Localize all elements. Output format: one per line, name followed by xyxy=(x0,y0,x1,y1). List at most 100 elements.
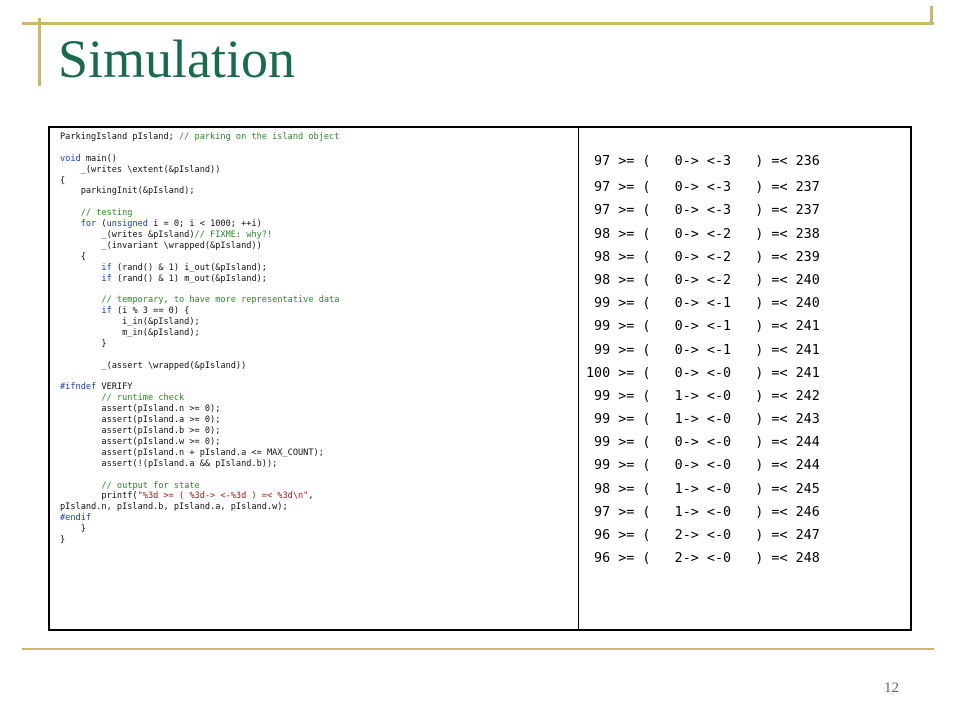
code-token: assert(!(pIsland.a && pIsland.b)); xyxy=(60,458,278,469)
code-token: ( xyxy=(96,219,107,230)
code-line: _(assert \wrapped(&pIsland)) xyxy=(60,361,572,372)
decorative-rule-vertical xyxy=(38,18,41,86)
code-line: void main() xyxy=(60,154,572,165)
code-token: } xyxy=(60,524,86,535)
code-token: (rand() & 1) i_out(&pIsland); xyxy=(111,262,267,273)
code-line: m_in(&pIsland); xyxy=(60,328,572,339)
code-token: { xyxy=(60,251,86,262)
code-token: _(assert \wrapped(&pIsland)) xyxy=(60,360,247,371)
code-line: _(invariant \wrapped(&pIsland)) xyxy=(60,241,572,252)
code-token: _(writes &pIsland) xyxy=(60,230,195,241)
output-line: 99 >= ( 0-> <-1 ) =< 241 xyxy=(586,319,820,335)
code-line: assert(pIsland.a >= 0); xyxy=(60,415,572,426)
code-token: } xyxy=(60,338,107,349)
program-output-panel: 97 >= ( 0-> <-3 ) =< 236 97 >= ( 0-> <-3… xyxy=(586,150,906,570)
code-line: for (unsigned i = 0; i < 1000; ++i) xyxy=(60,219,572,230)
output-line: 98 >= ( 0-> <-2 ) =< 239 xyxy=(586,249,820,265)
code-token: #endif xyxy=(60,513,92,524)
code-token: , xyxy=(308,491,314,502)
code-line: } xyxy=(60,339,572,350)
code-token: ParkingIsland pIsland; xyxy=(60,132,179,142)
panel-divider xyxy=(578,128,579,629)
code-token: _(writes \extent(&pIsland)) xyxy=(60,164,221,175)
code-line: } xyxy=(60,524,572,535)
code-line: if (rand() & 1) i_out(&pIsland); xyxy=(60,263,572,274)
code-line: // temporary, to have more representativ… xyxy=(60,295,572,306)
code-token: VERIFY xyxy=(96,382,133,393)
code-token: _(invariant \wrapped(&pIsland)) xyxy=(60,240,262,251)
code-token: // FIXME: why?! xyxy=(194,230,273,241)
code-line: _(writes &pIsland)// FIXME: why?! xyxy=(60,230,572,241)
output-line: 96 >= ( 2-> <-0 ) =< 247 xyxy=(586,528,820,543)
code-token: { xyxy=(60,175,66,186)
code-line: #endif xyxy=(60,513,572,524)
output-line: 97 >= ( 1-> <-0 ) =< 246 xyxy=(586,504,820,520)
code-line: pIsland.n, pIsland.b, pIsland.a, pIsland… xyxy=(60,502,572,513)
code-line: { xyxy=(60,176,572,187)
code-token: main() xyxy=(80,153,117,164)
code-line: i_in(&pIsland); xyxy=(60,317,572,328)
code-token: unsigned xyxy=(106,219,148,230)
output-line: 100 >= ( 0-> <-0 ) =< 241 xyxy=(586,365,820,381)
code-line: printf("%3d >= ( %3d-> <-%3d ) =< %3d\n"… xyxy=(60,491,572,502)
code-line: #ifndef VERIFY xyxy=(60,382,572,393)
code-line: ParkingIsland pIsland; // parking on the… xyxy=(60,132,572,143)
code-line: // output for state xyxy=(60,481,572,492)
output-line: 99 >= ( 0-> <-1 ) =< 240 xyxy=(586,296,820,312)
code-line: parkingInit(&pIsland); xyxy=(60,186,572,197)
code-token: (rand() & 1) m_out(&pIsland); xyxy=(111,273,267,284)
code-token: for xyxy=(80,219,97,230)
output-line: 98 >= ( 0-> <-2 ) =< 238 xyxy=(586,226,820,242)
source-code-panel: ParkingIsland pIsland; // parking on the… xyxy=(60,132,572,546)
code-token: // runtime check xyxy=(101,393,185,404)
code-line: // testing xyxy=(60,208,572,219)
code-token: printf( xyxy=(60,491,138,502)
output-line: 97 >= ( 0-> <-3 ) =< 237 xyxy=(586,180,820,196)
code-line: assert(!(pIsland.a && pIsland.b)); xyxy=(60,459,572,470)
code-line: _(writes \extent(&pIsland)) xyxy=(60,165,572,176)
code-token: // testing xyxy=(80,208,133,219)
output-line: 99 >= ( 1-> <-0 ) =< 242 xyxy=(586,388,820,404)
code-line: assert(pIsland.w >= 0); xyxy=(60,437,572,448)
code-line: } xyxy=(60,535,572,546)
code-token: // parking on the island object xyxy=(179,132,340,142)
output-line: 99 >= ( 1-> <-0 ) =< 243 xyxy=(586,412,820,428)
output-line: 99 >= ( 0-> <-1 ) =< 241 xyxy=(586,342,820,358)
decorative-rule-right xyxy=(930,6,933,24)
code-token: void xyxy=(60,153,81,164)
code-line: if (rand() & 1) m_out(&pIsland); xyxy=(60,274,572,285)
code-token: // temporary, to have more representativ… xyxy=(101,295,340,306)
code-token: if xyxy=(101,262,112,273)
code-token: pIsland.n, pIsland.b, pIsland.a, pIsland… xyxy=(60,502,288,513)
code-token: m_in(&pIsland); xyxy=(60,328,200,339)
output-line: 96 >= ( 2-> <-0 ) =< 248 xyxy=(586,551,820,567)
output-line: 97 >= ( 0-> <-3 ) =< 236 xyxy=(586,154,820,169)
code-token: parkingInit(&pIsland); xyxy=(60,186,195,197)
output-line: 98 >= ( 1-> <-0 ) =< 245 xyxy=(586,481,820,497)
code-token: if xyxy=(101,306,112,317)
code-token: } xyxy=(60,534,66,545)
decorative-rule-bottom xyxy=(22,648,934,650)
page-number: 12 xyxy=(884,680,899,696)
code-token: // output for state xyxy=(101,480,200,491)
code-token: assert(pIsland.n >= 0); xyxy=(60,404,221,415)
output-line: 98 >= ( 0-> <-2 ) =< 240 xyxy=(586,272,820,288)
code-line: assert(pIsland.n >= 0); xyxy=(60,404,572,415)
code-line: // runtime check xyxy=(60,393,572,404)
code-token: "%3d >= ( %3d-> <-%3d ) =< %3d\n" xyxy=(137,491,309,502)
content-frame: ParkingIsland pIsland; // parking on the… xyxy=(48,126,912,631)
code-token: assert(pIsland.w >= 0); xyxy=(60,436,221,447)
decorative-rule-top xyxy=(22,22,934,25)
code-token: (i % 3 == 0) { xyxy=(111,306,190,317)
